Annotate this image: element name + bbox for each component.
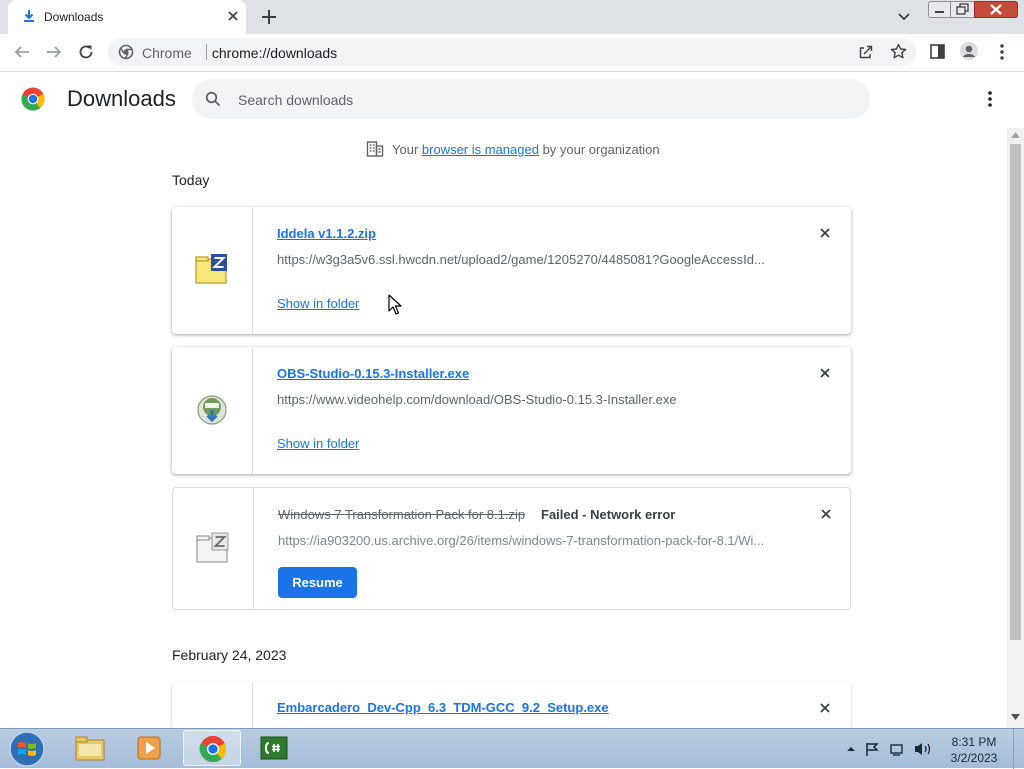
reload-icon[interactable] [77,43,95,61]
show-in-folder-link[interactable]: Show in folder [277,436,359,451]
site-name: Chrome [142,45,192,61]
start-button-icon[interactable] [7,731,47,767]
file-source-url[interactable]: https://www.videohelp.com/download/OBS-S… [277,392,677,407]
managed-prefix: Your [392,142,422,157]
search-icon [205,91,221,107]
restore-button[interactable] [950,1,975,18]
remove-download-icon[interactable] [818,366,832,380]
scrollbar-thumb[interactable] [1010,144,1021,640]
profile-avatar-icon[interactable] [959,41,979,61]
installer-icon [194,393,230,427]
date-header: Today [172,172,210,188]
clock-time: 8:31 PM [951,735,997,749]
download-status: Failed - Network error [541,507,676,522]
mouse-cursor-icon [388,294,402,316]
page-title: Downloads [67,86,176,111]
show-desktop-button[interactable] [1013,729,1024,769]
folder-icon [75,734,105,762]
taskbar-explorer-button[interactable] [61,730,119,766]
search-input[interactable] [236,87,840,113]
taskbar-media-player-button[interactable] [121,730,179,766]
chrome-icon [198,735,228,763]
building-icon [366,140,384,158]
download-item: OBS-Studio-0.15.3-Installer.exe https://… [172,347,851,474]
tab-search-chevron-icon[interactable] [896,9,912,25]
file-source-url[interactable]: https://w3g3a5v6.ssl.hwcdn.net/upload2/g… [277,252,765,267]
resume-button[interactable]: Resume [278,567,357,598]
browser-managed-link[interactable]: browser is managed [422,142,539,157]
csharp-icon [259,734,289,762]
url-text[interactable]: chrome://downloads [208,45,337,61]
browser-toolbar: Chrome chrome://downloads [0,34,1024,72]
managed-suffix: by your organization [538,142,660,157]
tab-downloads[interactable]: Downloads [8,0,246,34]
close-window-button[interactable] [974,1,1018,18]
chrome-logo-icon [21,87,45,111]
taskbar-clock[interactable]: 8:31 PM 3/2/2023 [940,734,1008,766]
taskbar-chrome-button[interactable] [183,730,241,766]
chrome-site-icon [118,44,134,60]
tab-strip: Downloads [0,0,1024,34]
zip-file-icon [195,532,231,564]
remove-download-icon[interactable] [818,226,832,240]
scroll-up-arrow-icon[interactable] [1011,132,1020,138]
download-item: Iddela v1.1.2.zip https://w3g3a5v6.ssl.h… [172,207,851,334]
download-item-failed: Windows 7 Transformation Pack for 8.1.zi… [172,487,851,610]
scroll-down-arrow-icon[interactable] [1011,714,1020,720]
file-name-link[interactable]: Embarcadero_Dev-Cpp_6.3_TDM-GCC_9.2_Setu… [277,700,609,715]
remove-download-icon[interactable] [819,507,833,521]
share-icon[interactable] [858,44,874,60]
date-header: February 24, 2023 [172,647,287,663]
omnibox-divider [206,44,207,60]
file-name-link[interactable]: Iddela v1.1.2.zip [277,226,376,241]
managed-text: Your browser is managed by your organiza… [392,142,660,157]
forward-arrow-icon[interactable] [45,43,63,61]
media-player-icon [135,734,165,762]
tab-close-icon[interactable] [226,9,240,23]
side-panel-icon[interactable] [929,43,946,60]
minimize-button[interactable] [928,1,951,18]
windows-taskbar: 8:31 PM 3/2/2023 [0,728,1024,769]
file-name-link[interactable]: OBS-Studio-0.15.3-Installer.exe [277,366,469,381]
download-icon [22,9,36,23]
new-tab-icon[interactable] [260,8,278,26]
system-tray [845,741,935,757]
url-value: chrome://downloads [211,45,338,61]
browser-menu-icon[interactable] [994,43,1010,61]
zip-file-icon [194,253,230,285]
clock-date: 3/2/2023 [950,751,998,765]
bookmark-star-icon[interactable] [890,43,907,60]
tab-title: Downloads [44,10,104,24]
file-name-failed: Windows 7 Transformation Pack for 8.1.zi… [278,507,526,522]
back-arrow-icon[interactable] [13,43,31,61]
address-bar[interactable]: Chrome chrome://downloads [108,38,916,66]
remove-download-icon[interactable] [818,701,832,715]
taskbar-csharp-button[interactable] [245,730,303,766]
show-in-folder-link[interactable]: Show in folder [277,296,359,311]
file-source-url[interactable]: https://ia903200.us.archive.org/26/items… [278,533,764,548]
page-scrollbar[interactable] [1007,128,1024,728]
more-actions-icon[interactable] [982,90,998,108]
search-downloads-box[interactable] [192,79,870,119]
